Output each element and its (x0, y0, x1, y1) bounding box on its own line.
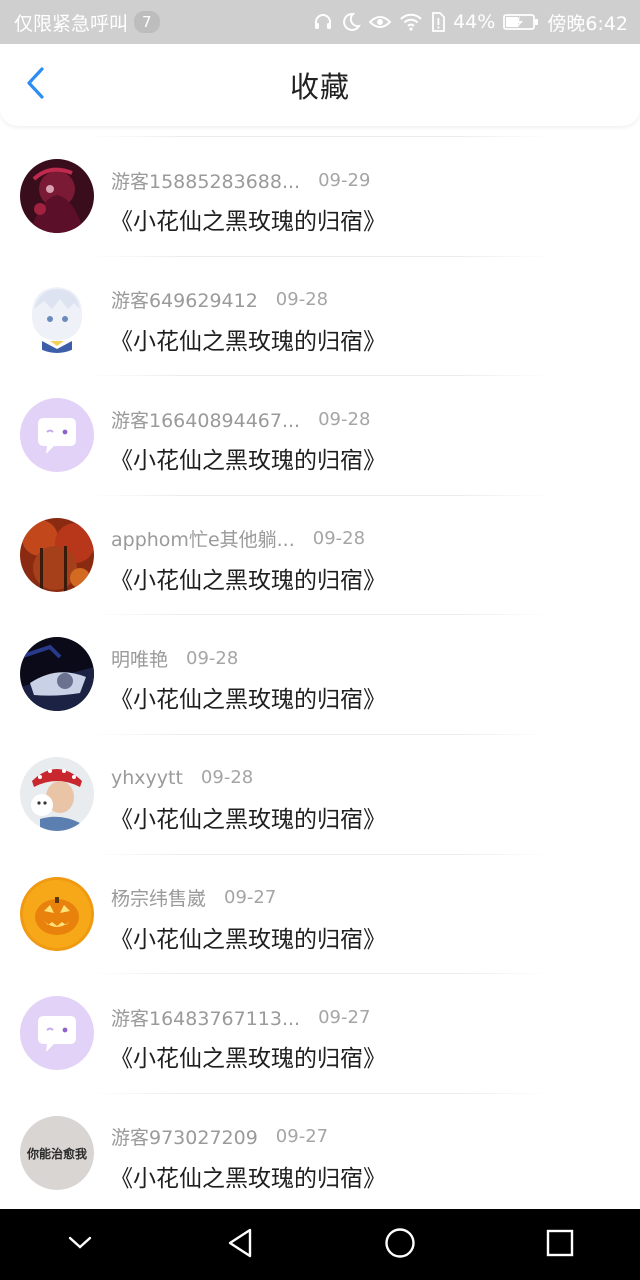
username: 明唯艳 (111, 648, 169, 671)
avatar[interactable] (20, 876, 94, 951)
page-title: 收藏 (289, 70, 350, 104)
item-meta: 游客649629412 09-28 (111, 287, 328, 313)
wifi-icon (399, 12, 423, 32)
notification-badge: 7 (134, 11, 160, 33)
recents-square-icon (546, 1229, 574, 1261)
item-meta: 游客15885283688... 09-29 (111, 167, 370, 193)
status-left: 仅限紧急呼叫 7 (14, 9, 160, 36)
work-title: 《小花仙之黑玫瑰的归宿》 (110, 1046, 386, 1073)
item-meta: 杨宗纬售崴 09-27 (111, 885, 276, 911)
avatar[interactable]: 你能治愈我 (20, 1115, 94, 1190)
work-title: 《小花仙之黑玫瑰的归宿》 (110, 806, 386, 833)
list-item[interactable]: 游客15885283688... 09-29 《小花仙之黑玫瑰的归宿》 (0, 136, 640, 256)
work-title: 《小花仙之黑玫瑰的归宿》 (110, 687, 386, 714)
date: 09-27 (224, 887, 277, 909)
date: 09-28 (186, 647, 239, 669)
avatar[interactable] (20, 996, 94, 1071)
home-circle-icon (384, 1227, 416, 1263)
username: 杨宗纬售崴 (111, 888, 207, 911)
avatar-text: 你能治愈我 (26, 1146, 87, 1161)
list-item[interactable]: 游客649629412 09-28 《小花仙之黑玫瑰的归宿》 (0, 255, 640, 376)
moon-icon (341, 12, 362, 32)
work-title: 《小花仙之黑玫瑰的归宿》 (110, 1165, 386, 1192)
username: 游客16483767113... (111, 1007, 301, 1030)
list-item[interactable]: apphom忙e其他躺... 09-28 《小花仙之黑玫瑰的归宿》 (0, 494, 640, 615)
date: 09-27 (275, 1126, 329, 1148)
list-item[interactable]: 你能治愈我 游客973027209 09-27 《小花仙之黑玫瑰的归宿》 (0, 1092, 640, 1213)
date: 09-28 (200, 767, 254, 789)
item-meta: apphom忙e其他躺... 09-28 (111, 526, 365, 552)
item-meta: 游客973027209 09-27 (111, 1124, 328, 1150)
date: 09-28 (318, 408, 371, 430)
username: 游客649629412 (111, 290, 258, 313)
username: 游客973027209 (111, 1127, 258, 1150)
list-item[interactable]: 明唯艳 09-28 《小花仙之黑玫瑰的归宿》 (0, 614, 640, 734)
back-triangle-icon (225, 1227, 255, 1263)
hide-nav-button[interactable] (50, 1215, 110, 1275)
clock: 傍晚6:42 (547, 12, 628, 35)
work-title: 《小花仙之黑玫瑰的归宿》 (110, 567, 386, 594)
item-meta: 游客16483767113... 09-27 (111, 1004, 370, 1030)
carrier-text: 仅限紧急呼叫 (14, 12, 129, 35)
sim-alert-icon (431, 12, 445, 32)
chevron-left-icon (24, 66, 48, 104)
work-title: 《小花仙之黑玫瑰的归宿》 (110, 448, 386, 475)
date: 09-29 (318, 169, 371, 191)
list-item[interactable]: 游客16483767113... 09-27 《小花仙之黑玫瑰的归宿》 (0, 973, 640, 1093)
system-nav-bar (0, 1209, 640, 1280)
chevron-down-icon (67, 1235, 93, 1255)
date: 09-28 (275, 289, 329, 311)
username: apphom忙e其他躺... (111, 529, 295, 552)
avatar[interactable] (20, 159, 94, 233)
work-title: 《小花仙之黑玫瑰的归宿》 (110, 328, 386, 355)
username: 游客16640894467... (111, 409, 301, 432)
work-title: 《小花仙之黑玫瑰的归宿》 (110, 926, 386, 953)
favorites-list: 游客15885283688... 09-29 《小花仙之黑玫瑰的归宿》 游客64… (0, 136, 640, 1212)
item-meta: yhxyytt 09-28 (111, 765, 253, 791)
headset-icon (313, 12, 333, 32)
item-meta: 游客16640894467... 09-28 (111, 406, 370, 432)
nav-back-button[interactable] (210, 1215, 270, 1275)
avatar[interactable] (20, 398, 94, 473)
list-item[interactable]: yhxyytt 09-28 《小花仙之黑玫瑰的归宿》 (0, 733, 640, 854)
avatar[interactable] (20, 278, 94, 353)
work-title: 《小花仙之黑玫瑰的归宿》 (110, 209, 386, 235)
avatar[interactable] (20, 756, 94, 831)
app-header: 收藏 (0, 44, 640, 126)
date: 09-27 (318, 1006, 371, 1028)
item-meta: 明唯艳 09-28 (111, 645, 238, 671)
username: 游客15885283688... (111, 170, 301, 193)
username: yhxyytt (111, 766, 183, 789)
back-button[interactable] (14, 62, 58, 108)
nav-home-button[interactable] (370, 1215, 430, 1275)
list-item[interactable]: 游客16640894467... 09-28 《小花仙之黑玫瑰的归宿》 (0, 375, 640, 495)
battery-percent: 44% (453, 11, 496, 33)
status-bar: 仅限紧急呼叫 7 44% 傍晚6:42 (0, 0, 640, 44)
avatar[interactable] (20, 637, 94, 712)
nav-recents-button[interactable] (530, 1215, 590, 1275)
list-item[interactable]: 杨宗纬售崴 09-27 《小花仙之黑玫瑰的归宿》 (0, 853, 640, 974)
battery-icon (503, 13, 539, 31)
avatar[interactable] (20, 517, 94, 592)
date: 09-28 (312, 528, 366, 550)
eye-icon (369, 12, 392, 32)
status-right: 44% 傍晚6:42 (313, 9, 628, 36)
